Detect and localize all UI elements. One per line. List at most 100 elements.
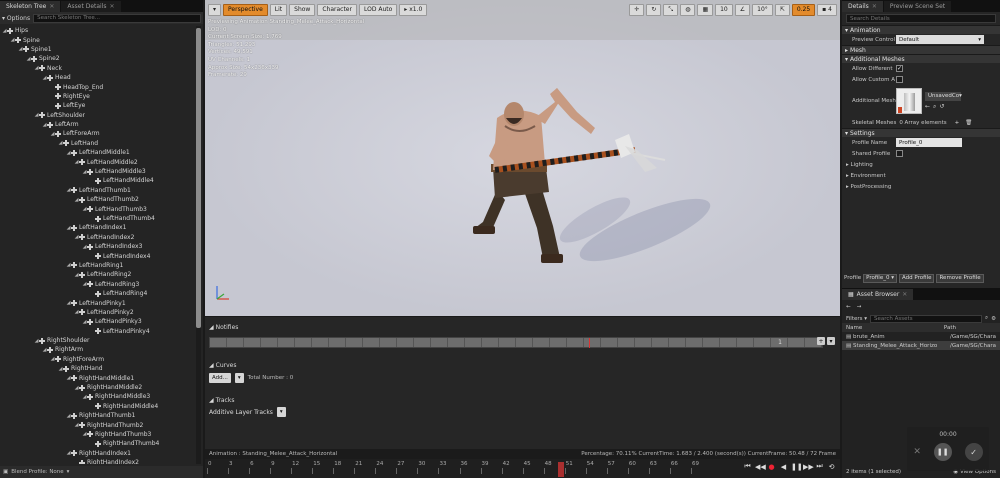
tab-details[interactable]: Details ✕: [842, 1, 883, 12]
trash-icon[interactable]: 🗑: [965, 120, 972, 126]
curve-options-button[interactable]: ▾: [234, 373, 244, 383]
notify-segment[interactable]: [686, 338, 703, 347]
curves-header[interactable]: ◢ Curves: [209, 362, 236, 369]
pause-icon[interactable]: ❚❚: [933, 443, 952, 461]
bone-row[interactable]: ◢ RightHandMiddle3: [0, 392, 196, 401]
preview-controller-dropdown[interactable]: Default ▾: [896, 35, 984, 44]
bone-row[interactable]: ◢ RightArm: [0, 345, 196, 354]
bone-row[interactable]: ◢ LeftHandIndex3: [0, 242, 196, 251]
bone-row[interactable]: ◢ LeftHandRing2: [0, 270, 196, 279]
mesh-category[interactable]: ▸ Mesh: [842, 45, 1000, 54]
bone-row[interactable]: RightHandThumb4: [0, 439, 196, 448]
tab-preview-scene[interactable]: Preview Scene Set: [883, 1, 952, 12]
notify-segment[interactable]: [533, 338, 550, 347]
column-name-header[interactable]: Name: [846, 325, 862, 331]
notify-segment[interactable]: [210, 338, 227, 347]
step-back-icon[interactable]: ◀◀: [755, 463, 766, 471]
bone-row[interactable]: ◢ LeftHandThumb1: [0, 186, 196, 195]
speed-button[interactable]: ▸ x1.0: [399, 3, 428, 16]
notify-segment[interactable]: [431, 338, 448, 347]
bone-row[interactable]: ◢ LeftHandRing1: [0, 261, 196, 270]
bone-row[interactable]: ◢ LeftHandIndex2: [0, 233, 196, 242]
options-dropdown[interactable]: ▾ Options: [2, 15, 30, 22]
additive-tracks-dropdown[interactable]: ▾: [276, 407, 286, 417]
add-element-icon[interactable]: +: [955, 120, 960, 126]
bone-row[interactable]: ◢ Spine2: [0, 54, 196, 63]
column-path-header[interactable]: Path: [944, 325, 956, 331]
additional-meshes-category[interactable]: ▾ Additional Meshes: [842, 54, 1000, 63]
bone-row[interactable]: ◢ Spine1: [0, 45, 196, 54]
bone-row[interactable]: RightEye: [0, 92, 196, 101]
notify-segment[interactable]: [601, 338, 618, 347]
notify-segment[interactable]: [329, 338, 346, 347]
bone-row[interactable]: ◢ Neck: [0, 64, 196, 73]
grid-size-button[interactable]: 10: [715, 3, 733, 16]
notify-segment[interactable]: [397, 338, 414, 347]
viewport-menu-button[interactable]: ▾: [208, 3, 222, 16]
pause-icon[interactable]: ❚❚: [791, 463, 803, 471]
bone-row[interactable]: ◢ LeftHandMiddle3: [0, 167, 196, 176]
notify-segment[interactable]: [516, 338, 533, 347]
notify-segment[interactable]: [465, 338, 482, 347]
add-track-icon[interactable]: +: [817, 337, 825, 345]
play-reverse-icon[interactable]: ◀: [779, 463, 788, 471]
browse-icon[interactable]: ⌕: [933, 103, 936, 111]
notify-segment[interactable]: [669, 338, 686, 347]
skip-to-end-icon[interactable]: ⏭: [815, 462, 824, 471]
tracks-header[interactable]: ◢ Tracks: [209, 397, 234, 404]
notifies-header[interactable]: ◢ Notifies: [209, 324, 238, 331]
notify-segment[interactable]: [635, 338, 652, 347]
mesh-thumbnail[interactable]: [896, 88, 922, 114]
blend-profile-dropdown[interactable]: ▣ Blend Profile: None ▾: [0, 466, 203, 478]
track-options-icon[interactable]: ▾: [827, 337, 835, 345]
forward-arrow-icon[interactable]: →: [857, 304, 862, 310]
close-icon[interactable]: ✕: [913, 447, 921, 457]
notify-segment[interactable]: [567, 338, 584, 347]
notify-segment[interactable]: [227, 338, 244, 347]
character-button[interactable]: Character: [317, 3, 357, 16]
scale-icon[interactable]: ⤡: [663, 3, 679, 16]
bone-row[interactable]: LeftHandIndex4: [0, 251, 196, 260]
bone-row[interactable]: ◢ LeftForeArm: [0, 129, 196, 138]
close-icon[interactable]: ✕: [49, 3, 54, 10]
rotate-icon[interactable]: ↻: [646, 3, 662, 16]
bone-row[interactable]: ◢ RightHandIndex1: [0, 449, 196, 458]
notify-segment[interactable]: [312, 338, 329, 347]
bone-row[interactable]: ◢ Hips: [0, 26, 196, 35]
bone-row[interactable]: ◢ RightShoulder: [0, 336, 196, 345]
bone-row[interactable]: ◢ LeftHandPinky3: [0, 317, 196, 326]
environment-subcategory[interactable]: ▸ Environment: [842, 170, 1000, 181]
step-forward-icon[interactable]: ▶▶: [803, 463, 814, 471]
loop-icon[interactable]: ⟲: [827, 463, 836, 471]
remove-profile-button[interactable]: Remove Profile: [936, 273, 984, 283]
add-profile-button[interactable]: Add Profile: [898, 273, 935, 283]
tab-asset-details[interactable]: Asset Details ✕: [61, 1, 121, 12]
notify-segment[interactable]: [482, 338, 499, 347]
tree-scrollbar[interactable]: [196, 26, 201, 464]
bone-row[interactable]: ◢ LeftHand: [0, 139, 196, 148]
translate-icon[interactable]: ✛: [629, 3, 645, 16]
bone-row[interactable]: ◢ LeftHandMiddle2: [0, 157, 196, 166]
scale-snap-icon[interactable]: ⇱: [774, 3, 790, 16]
allow-custom-checkbox[interactable]: [896, 76, 903, 83]
notify-segment[interactable]: [261, 338, 278, 347]
tab-skeleton-tree[interactable]: Skeleton Tree ✕: [0, 1, 61, 12]
bone-row[interactable]: ◢ RightHandMiddle1: [0, 373, 196, 382]
profile-name-input[interactable]: Profile_0: [896, 138, 962, 147]
notify-segment[interactable]: [584, 338, 601, 347]
camera-speed-button[interactable]: ▪ 4: [817, 3, 837, 16]
tree-scrollbar-thumb[interactable]: [196, 28, 201, 328]
profile-dropdown[interactable]: Profile_0 ▾: [863, 273, 897, 283]
rotation-snap-icon[interactable]: ∠: [734, 3, 751, 16]
notify-segment[interactable]: [448, 338, 465, 347]
asset-search-input[interactable]: Search Assets: [870, 314, 982, 323]
bone-row[interactable]: LeftHandRing4: [0, 289, 196, 298]
notify-track[interactable]: [209, 337, 823, 348]
playhead[interactable]: [558, 462, 565, 477]
back-arrow-icon[interactable]: ←: [846, 304, 851, 310]
notify-segment[interactable]: [244, 338, 261, 347]
bone-row[interactable]: ◢ RightHandThumb3: [0, 430, 196, 439]
allow-different-checkbox[interactable]: ✓: [896, 65, 903, 72]
bone-row[interactable]: ◢ Spine: [0, 35, 196, 44]
notify-segment[interactable]: [278, 338, 295, 347]
